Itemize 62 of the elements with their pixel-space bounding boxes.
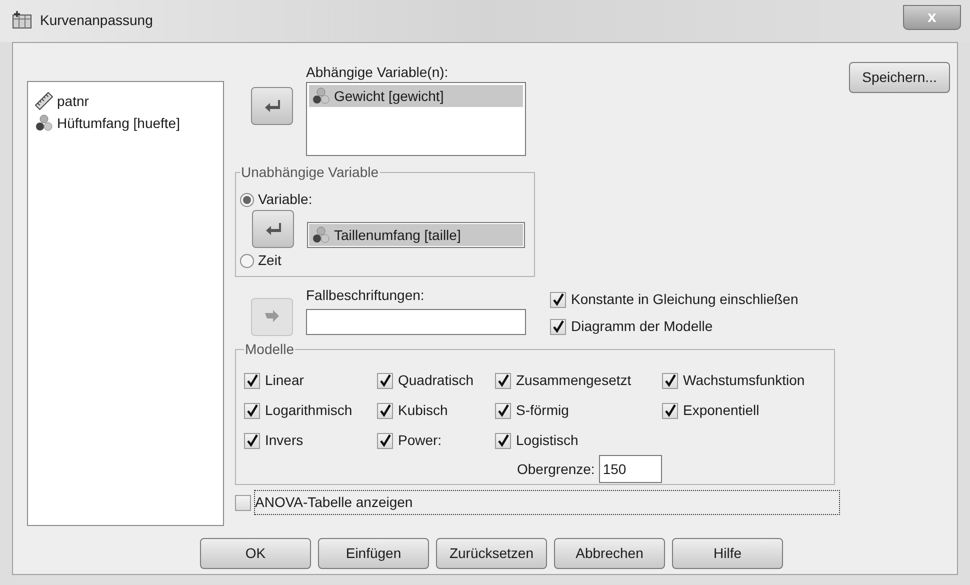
variable-item[interactable]: Hüftumfang [huefte] [32, 112, 223, 134]
checkbox[interactable] [550, 318, 566, 334]
move-button[interactable] [251, 87, 293, 125]
model-label: Exponentiell [683, 401, 760, 420]
model-label: Logistisch [516, 431, 578, 450]
dependent-list[interactable]: Gewicht [gewicht] [306, 82, 526, 156]
window-title: Kurvenanpassung [40, 11, 153, 30]
option-label: Konstante in Gleichung einschließen [571, 290, 798, 309]
variable-list[interactable]: patnr Hüftumfang [huefte] [27, 81, 224, 526]
model-label: Quadratisch [398, 371, 474, 390]
checkbox[interactable] [235, 494, 251, 510]
model-label: Zusammengesetzt [516, 371, 632, 390]
checkbox[interactable] [495, 432, 511, 448]
model-label: Power: [398, 431, 442, 450]
dialog-button[interactable]: Hilfe [672, 538, 783, 569]
group-title: Modelle [244, 340, 296, 359]
checkbox[interactable] [377, 402, 393, 418]
field-label: Obergrenze: [517, 460, 595, 479]
group-title: Unabhängige Variable [240, 163, 380, 182]
three-balls-icon [312, 87, 330, 105]
model-label: S-förmig [516, 401, 569, 420]
variable-label: Gewicht [gewicht] [334, 86, 444, 106]
variable-field[interactable]: Taillenumfang [taille] [307, 222, 525, 248]
dialog-button[interactable]: Zurücksetzen [436, 538, 547, 569]
checkbox[interactable] [495, 372, 511, 388]
save-button[interactable]: Speichern... [849, 62, 950, 93]
model-label: Invers [265, 431, 304, 450]
dialog-button[interactable]: Abbrechen [554, 538, 665, 569]
dialog-button[interactable]: Einfügen [318, 538, 429, 569]
variable-label: Hüftumfang [huefte] [57, 114, 180, 133]
variable-label: Taillenumfang [taille] [334, 226, 461, 245]
checkbox[interactable] [377, 432, 393, 448]
model-label: Kubisch [398, 401, 448, 420]
radio-label: Zeit [258, 251, 282, 270]
dialog-button[interactable]: OK [200, 538, 311, 569]
checkbox[interactable] [662, 402, 678, 418]
variable-item[interactable]: Gewicht [gewicht] [309, 85, 523, 107]
field-label: Fallbeschriftungen: [306, 286, 426, 305]
model-label: Linear [265, 371, 304, 390]
checkbox[interactable] [377, 372, 393, 388]
checkbox[interactable] [550, 292, 566, 308]
model-label: Wachstumsfunktion [683, 371, 805, 390]
variable-label: patnr [57, 92, 89, 111]
three-balls-icon [312, 226, 330, 244]
option-label: ANOVA-Tabelle anzeigen [255, 493, 413, 512]
three-balls-icon [35, 114, 53, 132]
case-labels-field[interactable] [306, 309, 526, 335]
option-label: Diagramm der Modelle [571, 317, 713, 336]
checkbox[interactable] [495, 402, 511, 418]
model-label: Logarithmisch [265, 401, 352, 420]
checkbox[interactable] [244, 372, 260, 388]
upper-bound-field[interactable]: 150 [598, 455, 662, 483]
checkbox[interactable] [244, 402, 260, 418]
variable-item[interactable]: patnr [32, 90, 223, 112]
radio-label: Variable: [258, 190, 312, 209]
checkbox[interactable] [244, 432, 260, 448]
checkbox[interactable] [662, 372, 678, 388]
move-button[interactable] [252, 210, 294, 248]
radio-button[interactable] [240, 254, 254, 268]
window-icon [12, 11, 32, 29]
field-label: Abhängige Variable(n): [306, 63, 450, 82]
radio-button[interactable] [240, 192, 254, 206]
